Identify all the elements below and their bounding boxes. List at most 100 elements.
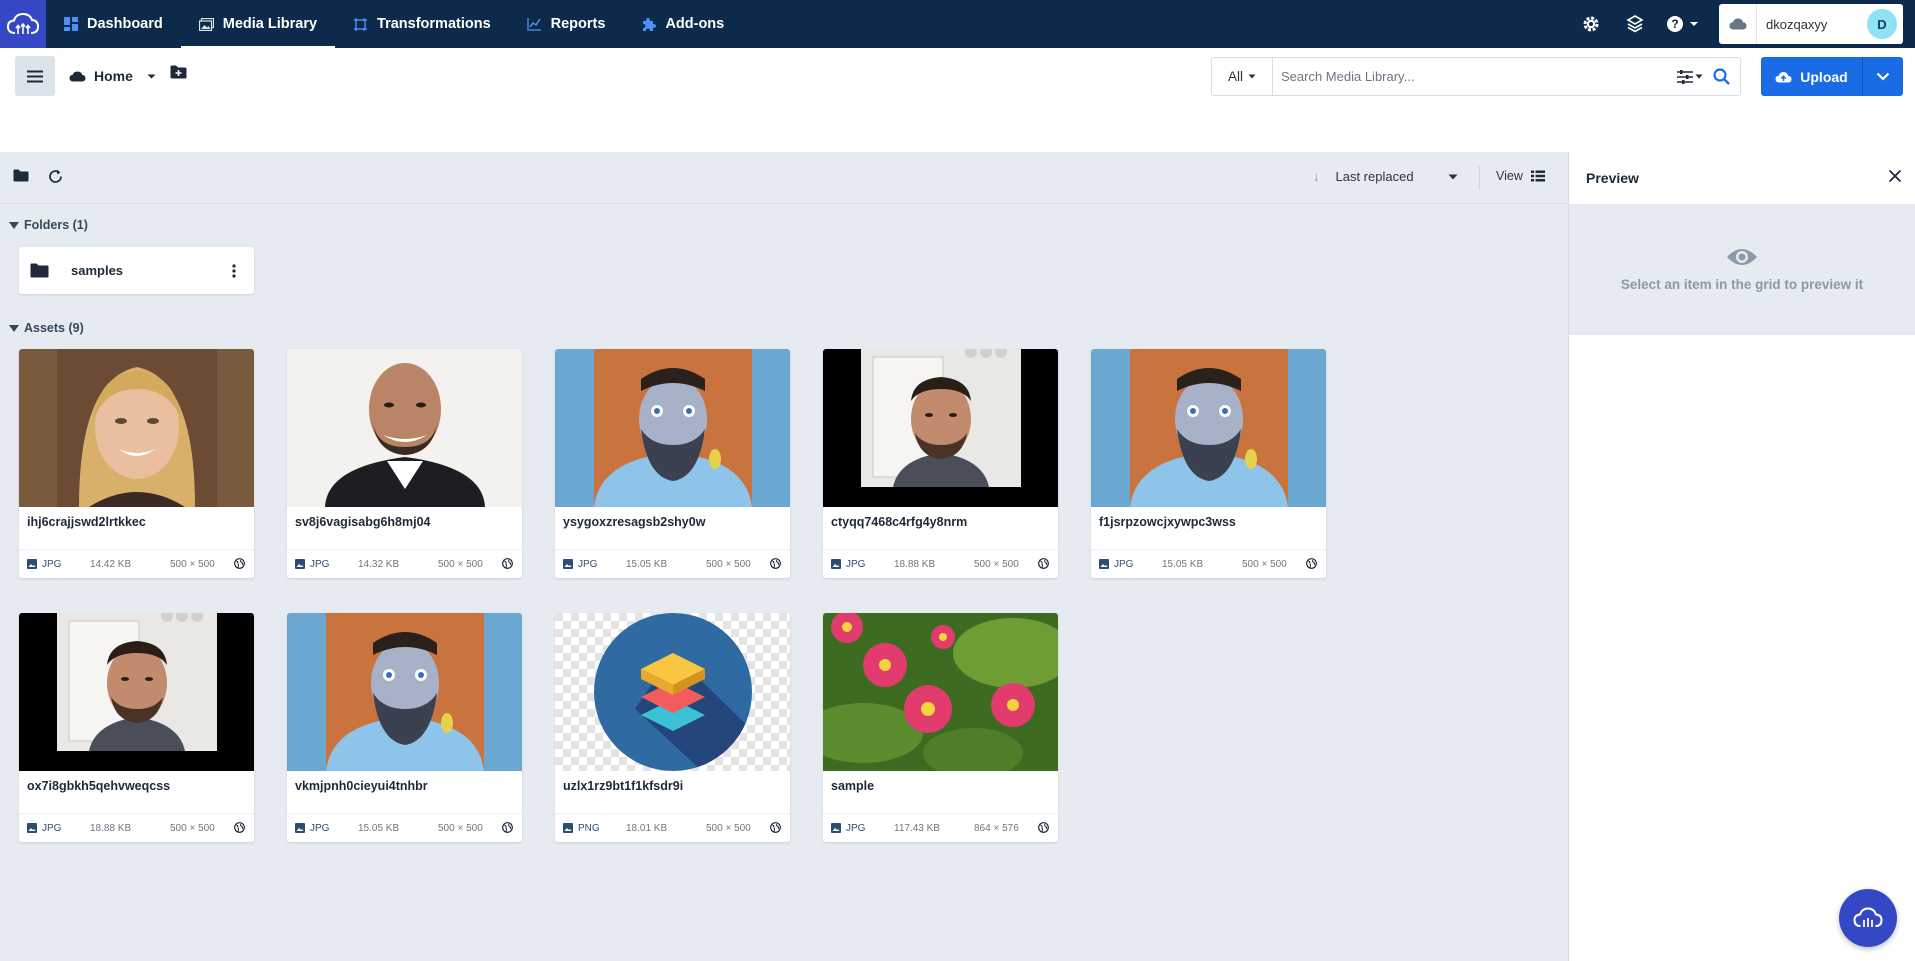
asset-meta: JPG 18.88 KB 500 × 500: [19, 813, 254, 842]
search-input[interactable]: [1273, 58, 1677, 95]
sort-dropdown[interactable]: ↓ Last replaced: [1313, 169, 1458, 184]
folder-card[interactable]: samples: [19, 247, 254, 294]
dashboard-icon: [64, 17, 78, 31]
folder-icon: [30, 263, 49, 278]
sort-label: Last replaced: [1335, 169, 1414, 184]
asset-thumbnail[interactable]: [555, 349, 790, 507]
list-view-icon: [1530, 170, 1545, 182]
asset-card[interactable]: sv8j6vagisabg6h8mj04 JPG 14.32 KB 500 × …: [287, 349, 522, 578]
upload-options-button[interactable]: [1863, 72, 1903, 81]
media-library-icon: [198, 17, 214, 31]
nav-right-group: ? dkozqaxyy D: [1569, 0, 1915, 48]
globe-icon: [234, 558, 245, 569]
chevron-down-icon: [1689, 22, 1698, 26]
cloudinary-logo[interactable]: [0, 0, 46, 48]
breadcrumb-home[interactable]: Home: [69, 64, 156, 88]
image-type-icon: [831, 823, 841, 833]
asset-meta: JPG 117.43 KB 864 × 576: [823, 813, 1058, 842]
asset-card[interactable]: uzlx1rz9bt1f1kfsdr9i PNG 18.01 KB 500 × …: [555, 613, 790, 842]
settings-button[interactable]: [1569, 0, 1613, 48]
refresh-button[interactable]: [48, 169, 63, 189]
asset-card[interactable]: sample JPG 117.43 KB 864 × 576: [823, 613, 1058, 842]
nav-dashboard[interactable]: Dashboard: [46, 0, 181, 48]
search-scope-dropdown[interactable]: All: [1212, 58, 1273, 95]
view-toggle[interactable]: View: [1496, 169, 1545, 183]
asset-format: JPG: [846, 823, 866, 834]
assets-title: Assets (9): [24, 321, 84, 335]
globe-icon: [770, 822, 781, 833]
grid-toolbar: ↓ Last replaced View: [0, 152, 1568, 204]
image-type-icon: [27, 559, 37, 569]
advanced-search-button[interactable]: [1677, 69, 1703, 84]
asset-thumbnail[interactable]: [823, 349, 1058, 507]
asset-card[interactable]: ox7i8gbkh5qehvweqcss JPG 18.88 KB 500 × …: [19, 613, 254, 842]
asset-size: 18.88 KB: [894, 559, 936, 570]
filter-sliders-icon: [1677, 69, 1693, 84]
more-options-icon[interactable]: [232, 263, 236, 278]
asset-thumbnail[interactable]: [555, 613, 790, 771]
nav-transformations[interactable]: Transformations: [335, 0, 509, 48]
library-toolbar: Home All Upload: [0, 48, 1915, 152]
asset-card[interactable]: vkmjpnh0cieyui4tnhbr JPG 15.05 KB 500 × …: [287, 613, 522, 842]
avatar[interactable]: D: [1867, 9, 1897, 39]
cloud-chat-icon: [1853, 907, 1883, 927]
close-icon[interactable]: [1888, 169, 1902, 183]
asset-card[interactable]: ysygoxzresagsb2shy0w JPG 15.05 KB 500 × …: [555, 349, 790, 578]
media-grid-area: ↓ Last replaced View Folders (1) samples…: [0, 152, 1568, 961]
search-icon: [1713, 68, 1730, 85]
upload-button[interactable]: Upload: [1761, 57, 1863, 96]
asset-thumbnail[interactable]: [19, 349, 254, 507]
asset-card[interactable]: f1jsrpzowcjxywpc3wss JPG 15.05 KB 500 × …: [1091, 349, 1326, 578]
preview-header: Preview: [1569, 152, 1915, 204]
search-bar: All: [1211, 57, 1741, 96]
asset-name: ox7i8gbkh5qehvweqcss: [27, 779, 171, 793]
transformations-icon: [354, 17, 368, 31]
globe-icon: [770, 558, 781, 569]
search-button[interactable]: [1713, 68, 1730, 85]
folder-name: samples: [71, 263, 124, 278]
folders-section-toggle[interactable]: Folders (1): [9, 218, 88, 232]
asset-meta: JPG 15.05 KB 500 × 500: [1091, 549, 1326, 578]
asset-thumbnail[interactable]: [287, 349, 522, 507]
account-name: dkozqaxyy: [1766, 16, 1828, 32]
cloud-icon: [69, 71, 86, 81]
account-switcher[interactable]: dkozqaxyy D: [1719, 4, 1903, 44]
upload-button-group: Upload: [1761, 57, 1903, 96]
support-chat-button[interactable]: [1839, 889, 1897, 947]
asset-format: JPG: [42, 559, 62, 570]
asset-name: sv8j6vagisabg6h8mj04: [295, 515, 431, 529]
asset-thumbnail[interactable]: [1091, 349, 1326, 507]
asset-thumbnail[interactable]: [19, 613, 254, 771]
asset-meta: JPG 18.88 KB 500 × 500: [823, 549, 1058, 578]
preview-panel: Preview Select an item in the grid to pr…: [1568, 152, 1915, 961]
folder-tree-button[interactable]: [13, 169, 29, 187]
nav-dashboard-label: Dashboard: [87, 16, 163, 32]
asset-format: JPG: [578, 559, 598, 570]
asset-size: 18.88 KB: [90, 823, 132, 834]
help-button[interactable]: ?: [1657, 0, 1707, 48]
asset-card[interactable]: ihj6crajjswd2lrtkkec JPG 14.42 KB 500 × …: [19, 349, 254, 578]
asset-thumbnail[interactable]: [287, 613, 522, 771]
sort-direction-icon[interactable]: ↓: [1313, 169, 1320, 184]
help-icon: ?: [1666, 16, 1683, 32]
asset-thumbnail[interactable]: [823, 613, 1058, 771]
globe-icon: [1306, 558, 1317, 569]
preview-empty-state: Select an item in the grid to preview it: [1569, 204, 1915, 335]
nav-add-ons-label: Add-ons: [665, 16, 725, 32]
asset-card[interactable]: ctyqq7468c4rfg4y8nrm JPG 18.88 KB 500 × …: [823, 349, 1058, 578]
sidebar-toggle-button[interactable]: [15, 56, 55, 96]
assets-section-toggle[interactable]: Assets (9): [9, 321, 84, 335]
nav-reports-label: Reports: [550, 16, 606, 32]
globe-icon: [502, 822, 513, 833]
upload-label: Upload: [1800, 68, 1848, 85]
asset-meta: JPG 14.32 KB 500 × 500: [287, 549, 522, 578]
globe-icon: [234, 822, 245, 833]
new-folder-button[interactable]: [170, 65, 187, 84]
nav-add-ons[interactable]: Add-ons: [623, 0, 742, 48]
globe-icon: [1038, 558, 1049, 569]
nav-reports[interactable]: Reports: [509, 0, 624, 48]
product-switcher-button[interactable]: [1613, 0, 1657, 48]
cloud-icon: [1719, 4, 1757, 44]
nav-media-library[interactable]: Media Library: [180, 0, 336, 48]
asset-dimensions: 500 × 500: [170, 823, 215, 834]
